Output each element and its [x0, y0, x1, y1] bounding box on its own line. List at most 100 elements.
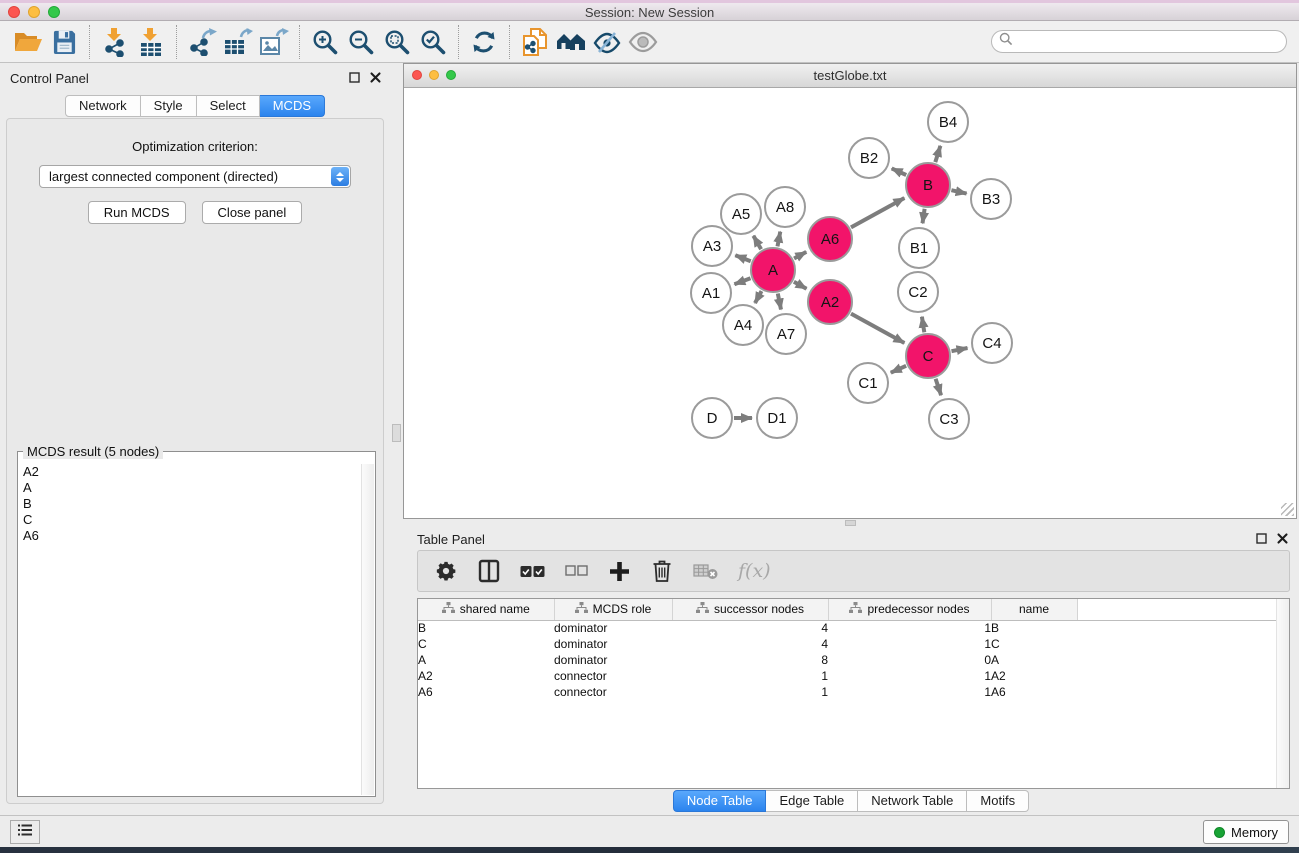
result-list-item[interactable]: B [19, 496, 360, 512]
tab-select[interactable]: Select [197, 95, 260, 117]
edge-A-A6[interactable] [794, 252, 806, 259]
table-cell[interactable]: connector [554, 668, 672, 684]
column-header[interactable]: shared name [418, 599, 554, 620]
edge-A-A4[interactable] [755, 291, 762, 303]
edge-A2-C[interactable] [851, 314, 904, 343]
result-list-item[interactable]: A [19, 480, 360, 496]
table-cell[interactable]: A2 [991, 668, 1077, 684]
birds-eye-view-icon[interactable] [625, 24, 661, 60]
copy-network-icon[interactable] [517, 24, 553, 60]
column-header[interactable]: predecessor nodes [828, 599, 991, 620]
export-network-icon[interactable] [184, 24, 220, 60]
edge-A6-B[interactable] [851, 198, 904, 227]
edge-A-A2[interactable] [794, 282, 807, 289]
node-D1[interactable]: D1 [757, 398, 797, 438]
memory-button[interactable]: Memory [1203, 820, 1289, 844]
node-B[interactable]: B [906, 163, 950, 207]
edge-B-B3[interactable] [951, 190, 966, 193]
close-panel-icon[interactable] [369, 71, 382, 84]
deselect-all-checkboxes-icon[interactable] [564, 557, 588, 585]
vertical-splitter-handle[interactable] [392, 424, 401, 442]
edge-A-A1[interactable] [734, 278, 750, 284]
edge-A-A7[interactable] [778, 294, 781, 310]
table-cell[interactable]: 8 [672, 652, 828, 668]
node-A6[interactable]: A6 [808, 217, 852, 261]
node-A1[interactable]: A1 [691, 273, 731, 313]
tab-node-table[interactable]: Node Table [673, 790, 767, 812]
edge-A-A8[interactable] [778, 232, 781, 247]
node-A[interactable]: A [751, 248, 795, 292]
zoom-out-icon[interactable] [343, 24, 379, 60]
edge-C-C2[interactable] [922, 317, 924, 333]
edge-B-B4[interactable] [935, 146, 940, 162]
table-cell[interactable]: C [991, 636, 1077, 652]
table-cell[interactable]: A2 [418, 668, 554, 684]
node-C2[interactable]: C2 [898, 272, 938, 312]
table-cell[interactable]: 1 [828, 684, 991, 700]
column-header[interactable]: name [991, 599, 1077, 620]
result-scrollbar[interactable] [361, 464, 374, 795]
table-cell[interactable]: 4 [672, 636, 828, 652]
table-cell[interactable]: 4 [672, 620, 828, 636]
edge-C-C3[interactable] [936, 379, 942, 396]
float-table-panel-icon[interactable] [1255, 532, 1268, 545]
table-scrollbar[interactable] [1276, 599, 1289, 788]
node-A5[interactable]: A5 [721, 194, 761, 234]
node-C1[interactable]: C1 [848, 363, 888, 403]
tab-style[interactable]: Style [141, 95, 197, 117]
select-all-checkboxes-icon[interactable] [520, 557, 545, 585]
save-session-icon[interactable] [46, 24, 82, 60]
table-cell[interactable]: 1 [828, 668, 991, 684]
tab-motifs[interactable]: Motifs [967, 790, 1029, 812]
table-cell[interactable]: A [418, 652, 554, 668]
export-image-icon[interactable] [256, 24, 292, 60]
search-field[interactable] [991, 30, 1287, 53]
table-cell[interactable]: dominator [554, 636, 672, 652]
node-B2[interactable]: B2 [849, 138, 889, 178]
tab-mcds[interactable]: MCDS [260, 95, 325, 117]
column-header[interactable]: successor nodes [672, 599, 828, 620]
node-C4[interactable]: C4 [972, 323, 1012, 363]
function-builder-icon[interactable]: f(x) [738, 557, 771, 585]
table-cell[interactable]: A [991, 652, 1077, 668]
window-resize-grip[interactable] [1281, 503, 1294, 516]
float-panel-icon[interactable] [348, 71, 361, 84]
table-cell[interactable]: connector [554, 684, 672, 700]
node-B3[interactable]: B3 [971, 179, 1011, 219]
search-input[interactable] [1017, 33, 1286, 51]
result-list-item[interactable]: C [19, 512, 360, 528]
node-B1[interactable]: B1 [899, 228, 939, 268]
result-list-item[interactable]: A6 [19, 528, 360, 544]
table-row[interactable]: Bdominator41B [418, 620, 1289, 636]
edge-B-B1[interactable] [923, 209, 925, 224]
add-row-icon[interactable] [607, 557, 631, 585]
open-session-icon[interactable] [10, 24, 46, 60]
refresh-layout-icon[interactable] [466, 24, 502, 60]
hide-graphics-details-icon[interactable] [589, 24, 625, 60]
node-A4[interactable]: A4 [723, 305, 763, 345]
edge-A-A5[interactable] [753, 236, 761, 250]
table-cell[interactable]: 1 [672, 684, 828, 700]
zoom-fit-icon[interactable] [379, 24, 415, 60]
task-history-button[interactable] [10, 820, 40, 844]
table-row[interactable]: A2connector11A2 [418, 668, 1289, 684]
edge-B-B2[interactable] [892, 168, 907, 175]
table-cell[interactable]: 1 [672, 668, 828, 684]
close-table-panel-icon[interactable] [1276, 532, 1289, 545]
network-canvas[interactable]: B4B2BB3A8A5A6B1A3AA1C2A2A4A7C4CC1C3DD1 [404, 88, 1296, 518]
column-settings-gear-icon[interactable] [434, 557, 458, 585]
import-network-icon[interactable] [97, 24, 133, 60]
edge-A-A3[interactable] [735, 255, 750, 261]
table-cell[interactable]: B [418, 620, 554, 636]
table-cell[interactable]: C [418, 636, 554, 652]
node-A2[interactable]: A2 [808, 280, 852, 324]
node-D[interactable]: D [692, 398, 732, 438]
table-row[interactable]: Cdominator41C [418, 636, 1289, 652]
delete-table-icon[interactable] [693, 557, 719, 585]
column-header[interactable]: MCDS role [554, 599, 672, 620]
node-C[interactable]: C [906, 334, 950, 378]
table-cell[interactable]: dominator [554, 620, 672, 636]
table-cell[interactable]: A6 [991, 684, 1077, 700]
edge-C-C4[interactable] [952, 348, 968, 351]
table-cell[interactable]: A6 [418, 684, 554, 700]
